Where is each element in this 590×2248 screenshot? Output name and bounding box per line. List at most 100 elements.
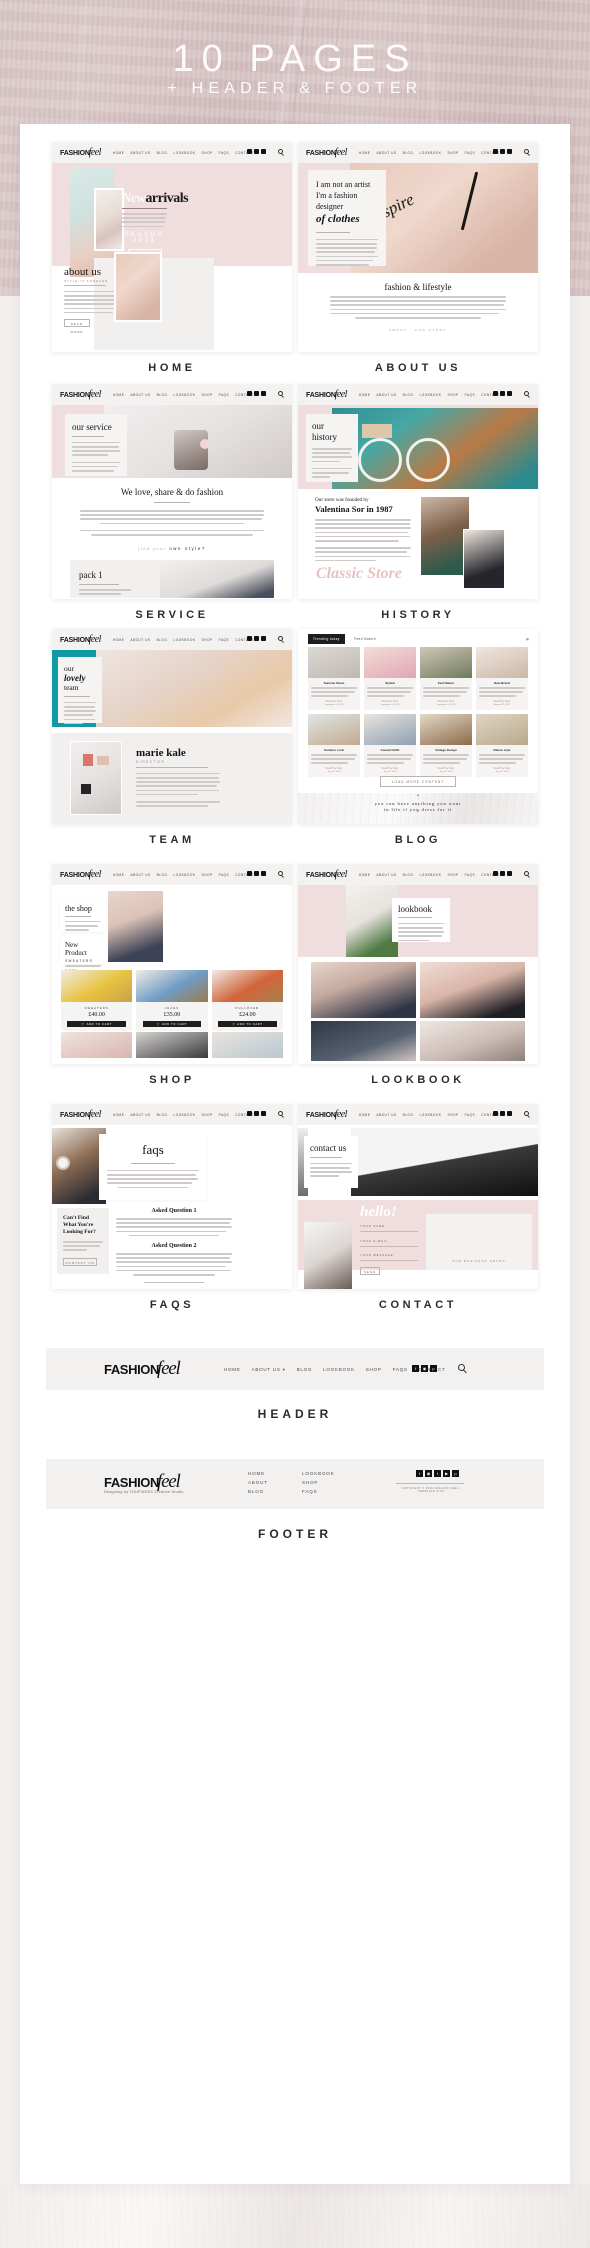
contact-us-button[interactable]: CONTACT US bbox=[63, 1257, 97, 1266]
product-card[interactable]: SWEATERS £40.00 🛒 ADD TO CART bbox=[61, 970, 133, 1031]
footer-link-about[interactable]: ABOUT bbox=[248, 1480, 268, 1485]
social-icons[interactable] bbox=[247, 871, 266, 876]
blog-post-link[interactable]: Read The Story bbox=[423, 700, 469, 703]
search-icon[interactable] bbox=[278, 871, 283, 876]
page-card-contact[interactable]: FASHIONfeel HOME ABOUT US BLOG LOOKBOOK … bbox=[298, 1104, 538, 1311]
nav-blog[interactable]: BLOG bbox=[157, 393, 168, 397]
blog-post-link[interactable]: Read The Story bbox=[479, 767, 525, 770]
header-search-icon[interactable] bbox=[458, 1364, 467, 1374]
blog-post-card[interactable]: New Brand Read The Story August 28, 2020 bbox=[476, 647, 528, 710]
blog-post-card[interactable]: Summer Basic Read The Story September 5, 2… bbox=[308, 647, 360, 710]
footer-link-shop[interactable]: SHOP bbox=[302, 1480, 334, 1485]
nav-about[interactable]: ABOUT US bbox=[376, 151, 396, 155]
nav-lookbook[interactable]: LOOKBOOK bbox=[419, 393, 441, 397]
contact-screenshot[interactable]: FASHIONfeel HOME ABOUT US BLOG LOOKBOOK … bbox=[298, 1104, 538, 1289]
header-nav-home[interactable]: HOME bbox=[224, 1367, 241, 1373]
blog-post-link[interactable]: Read The Story bbox=[423, 767, 469, 770]
footer-column-1[interactable]: HOME ABOUT BLOG bbox=[248, 1471, 268, 1498]
footer-showcase[interactable]: FASHIONfeel Designing by TOUFINGEX Creat… bbox=[46, 1459, 544, 1509]
nav-lookbook[interactable]: LOOKBOOK bbox=[173, 151, 195, 155]
search-icon[interactable] bbox=[278, 391, 283, 396]
nav-shop[interactable]: SHOP bbox=[448, 151, 459, 155]
social-icons[interactable] bbox=[493, 871, 512, 876]
header-nav-blog[interactable]: BLOG bbox=[297, 1367, 313, 1373]
blog-post-link[interactable]: Read The Story bbox=[311, 767, 357, 770]
page-card-shop[interactable]: FASHIONfeel HOME ABOUT US BLOG LOOKBOOK … bbox=[52, 864, 292, 1086]
nav-lookbook[interactable]: LOOKBOOK bbox=[419, 151, 441, 155]
header-social-icons[interactable]: f ◉ p bbox=[412, 1365, 437, 1372]
search-icon[interactable] bbox=[524, 1111, 529, 1116]
nav-shop[interactable]: SHOP bbox=[202, 1113, 213, 1117]
nav-about[interactable]: ABOUT US bbox=[376, 1113, 396, 1117]
nav-blog[interactable]: BLOG bbox=[157, 638, 168, 642]
page-card-history[interactable]: FASHIONfeel HOME ABOUT US BLOG LOOKBOOK … bbox=[298, 384, 538, 621]
nav-blog[interactable]: BLOG bbox=[403, 151, 414, 155]
mini-nav[interactable]: HOME ABOUT US BLOG LOOKBOOK SHOP FAQS CO… bbox=[113, 873, 254, 877]
nav-shop[interactable]: SHOP bbox=[202, 393, 213, 397]
nav-blog[interactable]: BLOG bbox=[403, 873, 414, 877]
footer-social-icons[interactable]: f ◉ t ▶ p bbox=[416, 1470, 459, 1477]
blog-post-link[interactable]: Read The Story bbox=[367, 767, 413, 770]
nav-faqs[interactable]: FAQS bbox=[219, 393, 230, 397]
footer-column-2[interactable]: LOOKBOOK SHOP FAQS bbox=[302, 1471, 334, 1498]
blog-screenshot[interactable]: Trending today Feed Nature ▦ Summer Basi… bbox=[298, 629, 538, 824]
nav-about[interactable]: ABOUT US bbox=[376, 873, 396, 877]
add-to-cart-button[interactable]: 🛒 ADD TO CART bbox=[67, 1021, 126, 1027]
header-nav-faqs[interactable]: FAQS bbox=[393, 1367, 408, 1373]
nav-about[interactable]: ABOUT US bbox=[130, 393, 150, 397]
nav-lookbook[interactable]: LOOKBOOK bbox=[419, 1113, 441, 1117]
search-icon[interactable] bbox=[278, 149, 283, 154]
nav-about[interactable]: ABOUT US bbox=[130, 873, 150, 877]
send-button[interactable]: SEND bbox=[360, 1267, 380, 1276]
search-icon[interactable] bbox=[524, 149, 529, 154]
nav-blog[interactable]: BLOG bbox=[157, 873, 168, 877]
pinterest-icon[interactable]: p bbox=[452, 1470, 459, 1477]
nav-lookbook[interactable]: LOOKBOOK bbox=[173, 1113, 195, 1117]
mini-nav[interactable]: HOME ABOUT US BLOG LOOKBOOK SHOP FAQS CO… bbox=[359, 393, 500, 397]
social-icons[interactable] bbox=[247, 391, 266, 396]
nav-about[interactable]: ABOUT US bbox=[130, 1113, 150, 1117]
page-card-service[interactable]: FASHIONfeel HOME ABOUT US BLOG LOOKBOOK … bbox=[52, 384, 292, 621]
blog-post-card[interactable]: Summer Look Read The Story July 16, 2020 bbox=[308, 713, 360, 777]
team-screenshot[interactable]: FASHIONfeel HOME ABOUT US BLOG LOOKBOOK … bbox=[52, 629, 292, 824]
search-icon[interactable] bbox=[278, 1111, 283, 1116]
add-to-cart-button[interactable]: 🛒 ADD TO CART bbox=[218, 1021, 277, 1027]
nav-home[interactable]: HOME bbox=[113, 873, 125, 877]
social-icons[interactable] bbox=[493, 149, 512, 154]
faq-item-1[interactable]: Asked Question 1 bbox=[116, 1208, 232, 1239]
blog-post-card[interactable]: Vintage Design Read The Story July 16, 202… bbox=[420, 713, 472, 777]
nav-home[interactable]: HOME bbox=[113, 151, 125, 155]
page-card-lookbook[interactable]: FASHIONfeel HOME ABOUT US BLOG LOOKBOOK … bbox=[298, 864, 538, 1086]
nav-home[interactable]: HOME bbox=[359, 151, 371, 155]
nav-lookbook[interactable]: LOOKBOOK bbox=[173, 393, 195, 397]
page-card-about[interactable]: FASHIONfeel HOME ABOUT US BLOG LOOKBOOK … bbox=[298, 142, 538, 374]
blog-post-card[interactable]: Stylish Read The Story September 5, 2020 bbox=[364, 647, 416, 710]
nav-faqs[interactable]: FAQS bbox=[219, 638, 230, 642]
load-more-button[interactable]: LOAD MORE CONTENT bbox=[380, 776, 456, 787]
faqs-screenshot[interactable]: FASHIONfeel HOME ABOUT US BLOG LOOKBOOK … bbox=[52, 1104, 292, 1289]
shop-screenshot[interactable]: FASHIONfeel HOME ABOUT US BLOG LOOKBOOK … bbox=[52, 864, 292, 1064]
add-to-cart-button[interactable]: 🛒 ADD TO CART bbox=[142, 1021, 202, 1027]
lookbook-screenshot[interactable]: FASHIONfeel HOME ABOUT US BLOG LOOKBOOK … bbox=[298, 864, 538, 1064]
nav-home[interactable]: HOME bbox=[359, 1113, 371, 1117]
social-icons[interactable] bbox=[247, 1111, 266, 1116]
nav-shop[interactable]: SHOP bbox=[448, 873, 459, 877]
nav-home[interactable]: HOME bbox=[113, 393, 125, 397]
search-icon[interactable] bbox=[278, 636, 283, 641]
nav-home[interactable]: HOME bbox=[113, 638, 125, 642]
instagram-icon[interactable]: ◉ bbox=[425, 1470, 432, 1477]
tab-trending[interactable]: Trending today bbox=[308, 634, 345, 644]
social-icons[interactable] bbox=[493, 391, 512, 396]
footer-link-lookbook[interactable]: LOOKBOOK bbox=[302, 1471, 334, 1476]
nav-shop[interactable]: SHOP bbox=[202, 151, 213, 155]
nav-blog[interactable]: BLOG bbox=[157, 1113, 168, 1117]
nav-about[interactable]: ABOUT US bbox=[130, 638, 150, 642]
nav-blog[interactable]: BLOG bbox=[403, 1113, 414, 1117]
tab-feed-nature[interactable]: Feed Nature bbox=[354, 637, 376, 641]
page-card-faqs[interactable]: FASHIONfeel HOME ABOUT US BLOG LOOKBOOK … bbox=[52, 1104, 292, 1311]
nav-about[interactable]: ABOUT US bbox=[376, 393, 396, 397]
search-icon[interactable] bbox=[524, 391, 529, 396]
nav-faqs[interactable]: FAQS bbox=[219, 151, 230, 155]
nav-shop[interactable]: SHOP bbox=[448, 393, 459, 397]
search-icon[interactable] bbox=[524, 871, 529, 876]
